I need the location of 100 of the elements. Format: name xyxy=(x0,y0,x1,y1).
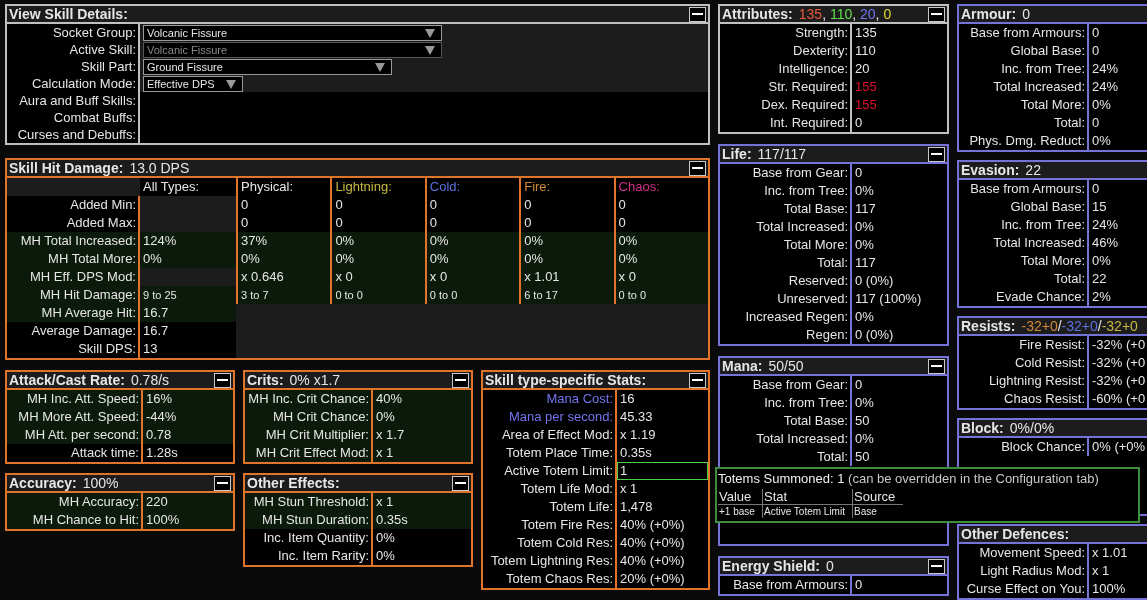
table-cell: 0% xyxy=(424,250,520,268)
column-header: Fire: xyxy=(519,178,614,196)
stat-value: 50 xyxy=(854,412,871,430)
table-cell: 0% xyxy=(519,232,614,250)
table-cell: 0 to 0 xyxy=(613,286,708,304)
dropdown[interactable]: Volcanic Fissure xyxy=(143,24,442,41)
stat-value: 2% xyxy=(1091,288,1112,306)
row-label: MH Eff. DPS Mod: xyxy=(7,268,140,286)
stat-label: Total Increased: xyxy=(720,430,852,448)
table-cell: 0 xyxy=(519,196,614,214)
stat-label: Base from Armours: xyxy=(959,24,1089,42)
table-cell: 0 to 0 xyxy=(424,286,520,304)
panel-title: Energy Shield: xyxy=(722,558,821,574)
collapse-button[interactable] xyxy=(214,372,231,388)
stat-label: Mana Cost: xyxy=(483,390,617,408)
stat-value: 117 xyxy=(854,254,877,272)
stat-value: -60% (+0 xyxy=(1091,390,1147,408)
stat-label: Fire Resist: xyxy=(959,336,1089,354)
stat-label: Strength: xyxy=(720,24,852,42)
stat-label: MH Stun Duration: xyxy=(245,511,373,529)
dropdown[interactable]: Ground Fissure xyxy=(143,58,392,75)
stat-value: 0% xyxy=(854,430,875,448)
stat-label: Movement Speed: xyxy=(959,544,1089,562)
collapse-button[interactable] xyxy=(689,372,706,388)
stat-value: 22 xyxy=(1091,270,1108,288)
column-header: Chaos: xyxy=(613,178,708,196)
stat-value: -32% (+0 xyxy=(1091,372,1147,390)
panel-value: 0.78/s xyxy=(130,372,170,388)
stat-label: Global Base: xyxy=(959,198,1089,216)
stat-value: 45.33 xyxy=(619,408,654,426)
stat-value: 0% xyxy=(854,394,875,412)
stat-value: 0% xyxy=(854,308,875,326)
collapse-button[interactable] xyxy=(452,475,469,491)
collapse-button[interactable] xyxy=(452,372,469,388)
stat-label: Totem Life: xyxy=(483,498,617,516)
table-cell: x 0 xyxy=(330,268,425,286)
stat-value: 0 xyxy=(1091,24,1101,42)
stat-value: 1.28s xyxy=(145,444,179,462)
stat-value: 40% xyxy=(373,390,471,408)
stat-value: x 1 xyxy=(373,444,471,462)
collapse-button[interactable] xyxy=(928,6,945,22)
stat-value: 155 xyxy=(854,78,878,96)
stat-value: -32% (+0 xyxy=(1091,336,1147,354)
stat-value: 40% (+0%) xyxy=(619,552,686,570)
collapse-button[interactable] xyxy=(928,146,945,162)
stat-label: MH Accuracy: xyxy=(7,493,143,511)
stat-value: 0% xyxy=(373,408,471,426)
collapse-button[interactable] xyxy=(689,6,706,22)
stat-value: 24% xyxy=(1091,216,1120,234)
stat-value: 50 xyxy=(854,448,871,466)
table-cell: 0% xyxy=(424,232,520,250)
stat-value: 0 xyxy=(1091,42,1101,60)
stat-label: Inc. from Tree: xyxy=(959,216,1089,234)
row-label: MH Hit Damage: xyxy=(7,286,140,304)
stat-label: Inc. from Tree: xyxy=(959,60,1089,78)
stat-label: Total Increased: xyxy=(959,78,1089,96)
stat-value: x 1.01 xyxy=(1091,544,1129,562)
table-cell: 0% xyxy=(613,232,708,250)
stat-label: Light Radius Mod: xyxy=(959,562,1089,580)
stat-label: Totem Lightning Res: xyxy=(483,552,617,570)
stat-value: x 1 xyxy=(373,493,471,511)
stat-label: Totem Life Mod: xyxy=(483,480,617,498)
panel-title: Evasion: xyxy=(961,162,1020,178)
stat-value: 0% xyxy=(854,236,875,254)
row-label: MH Total Increased: xyxy=(7,232,140,250)
collapse-button[interactable] xyxy=(214,475,231,491)
collapse-button[interactable] xyxy=(689,160,706,176)
panel-title: Crits: xyxy=(247,372,284,388)
stat-value: 16% xyxy=(143,390,233,408)
panel-title: Mana: xyxy=(722,358,763,374)
stat-value: -44% xyxy=(143,408,233,426)
stat-value: 0% (+0% xyxy=(1091,438,1147,456)
stat-label: Inc. from Tree: xyxy=(720,182,852,200)
dropdown[interactable]: Effective DPS xyxy=(143,75,243,92)
stat-value: 20 xyxy=(854,60,871,78)
table-cell: 0% xyxy=(613,250,708,268)
table-cell: +1 base xyxy=(718,505,763,518)
column-header: Lightning: xyxy=(330,178,425,196)
stat-label: Total Increased: xyxy=(959,234,1089,252)
field-label: Combat Buffs: xyxy=(7,109,140,126)
field-label: Curses and Debuffs: xyxy=(7,126,140,143)
stat-label: Cold Resist: xyxy=(959,354,1089,372)
stat-label: Reserved: xyxy=(720,272,852,290)
stat-value: 24% xyxy=(1091,78,1120,96)
collapse-button[interactable] xyxy=(928,358,945,374)
stat-value: 16 xyxy=(619,390,636,408)
collapse-button[interactable] xyxy=(928,558,945,574)
table-cell: 0% xyxy=(330,250,425,268)
stat-label: Total Base: xyxy=(720,200,852,218)
stat-value: x 1.19 xyxy=(619,426,657,444)
table-cell: 3 to 7 xyxy=(236,286,331,304)
stat-label: Total More: xyxy=(959,252,1089,270)
stat-value: 0 (0%) xyxy=(854,272,895,290)
stat-label: Active Totem Limit: xyxy=(483,462,617,480)
table-cell: 6 to 17 xyxy=(519,286,614,304)
stat-value: -32% (+0 xyxy=(1091,354,1147,372)
stat-label: Total Increased: xyxy=(720,218,852,236)
stat-value: 0 xyxy=(1091,180,1101,198)
stat-label: Attack time: xyxy=(7,444,143,462)
table-cell: 37% xyxy=(236,232,331,250)
